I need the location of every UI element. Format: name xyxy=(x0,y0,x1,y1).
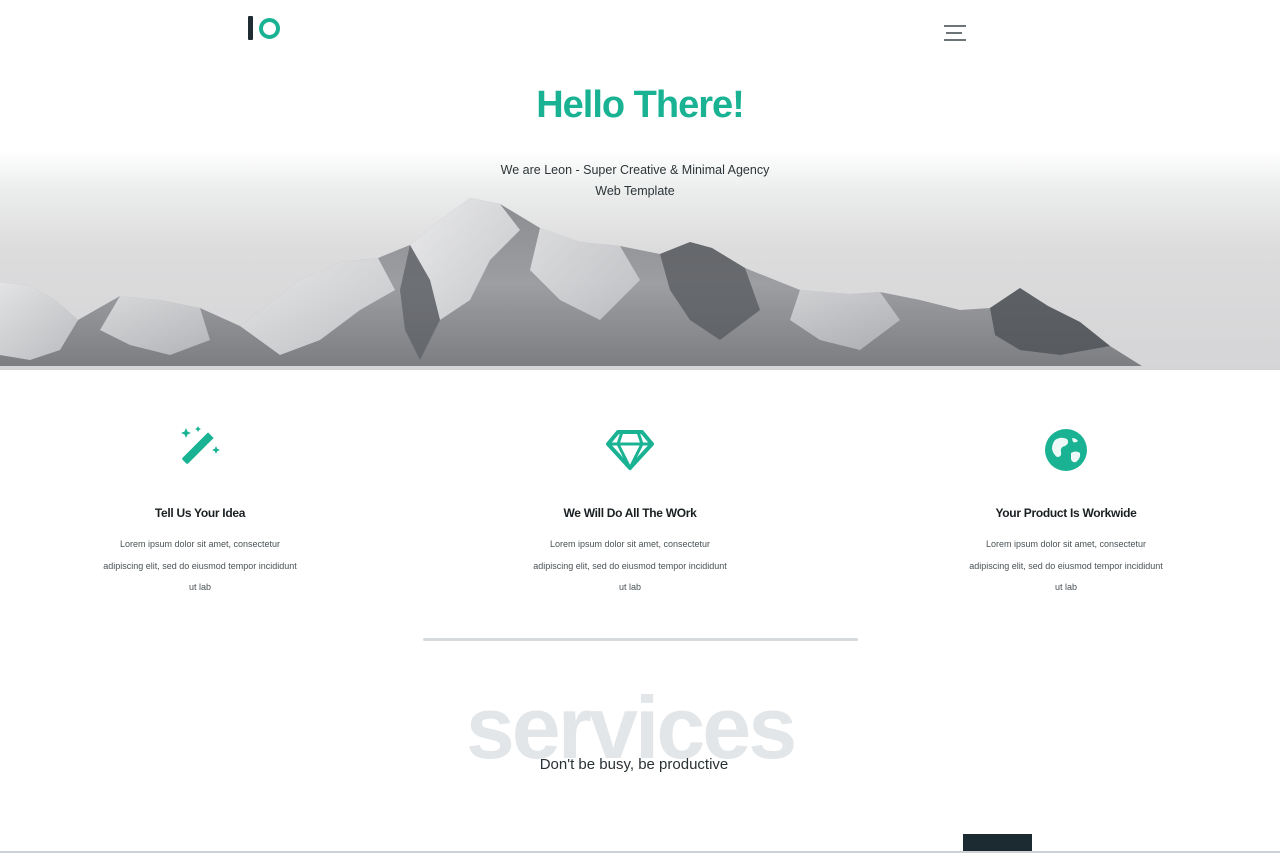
hero-title: Hello There! xyxy=(536,84,745,126)
feature-card-idea: Tell Us Your Idea Lorem ipsum dolor sit … xyxy=(70,420,330,599)
feature-description: Lorem ipsum dolor sit amet, consectetur … xyxy=(969,539,1163,592)
feature-title: Your Product Is Workwide xyxy=(995,506,1137,520)
feature-title: We Will Do All The WOrk xyxy=(563,506,697,520)
landing-page: Hello There! We are Leon - Super Creativ… xyxy=(0,0,1280,853)
hamburger-menu-icon[interactable] xyxy=(944,25,966,41)
feature-card-worldwide: Your Product Is Workwide Lorem ipsum dol… xyxy=(936,420,1196,599)
services-tagline: Don't be busy, be productive xyxy=(539,756,729,773)
hero-section: Hello There! We are Leon - Super Creativ… xyxy=(0,0,1280,370)
feature-description: Lorem ipsum dolor sit amet, consectetur … xyxy=(103,539,297,592)
site-logo[interactable] xyxy=(248,16,280,40)
feature-card-work: We Will Do All The WOrk Lorem ipsum dolo… xyxy=(500,420,760,599)
section-divider xyxy=(423,638,858,641)
diamond-icon xyxy=(606,430,654,470)
magic-wand-icon xyxy=(181,426,220,464)
logo-letter-o xyxy=(259,17,280,39)
feature-description: Lorem ipsum dolor sit amet, consectetur … xyxy=(533,539,727,592)
globe-icon xyxy=(1045,429,1087,471)
hero-subtitle: We are Leon - Super Creative & Minimal A… xyxy=(500,163,770,198)
feature-title: Tell Us Your Idea xyxy=(154,506,246,520)
logo-letter-i xyxy=(248,16,253,40)
